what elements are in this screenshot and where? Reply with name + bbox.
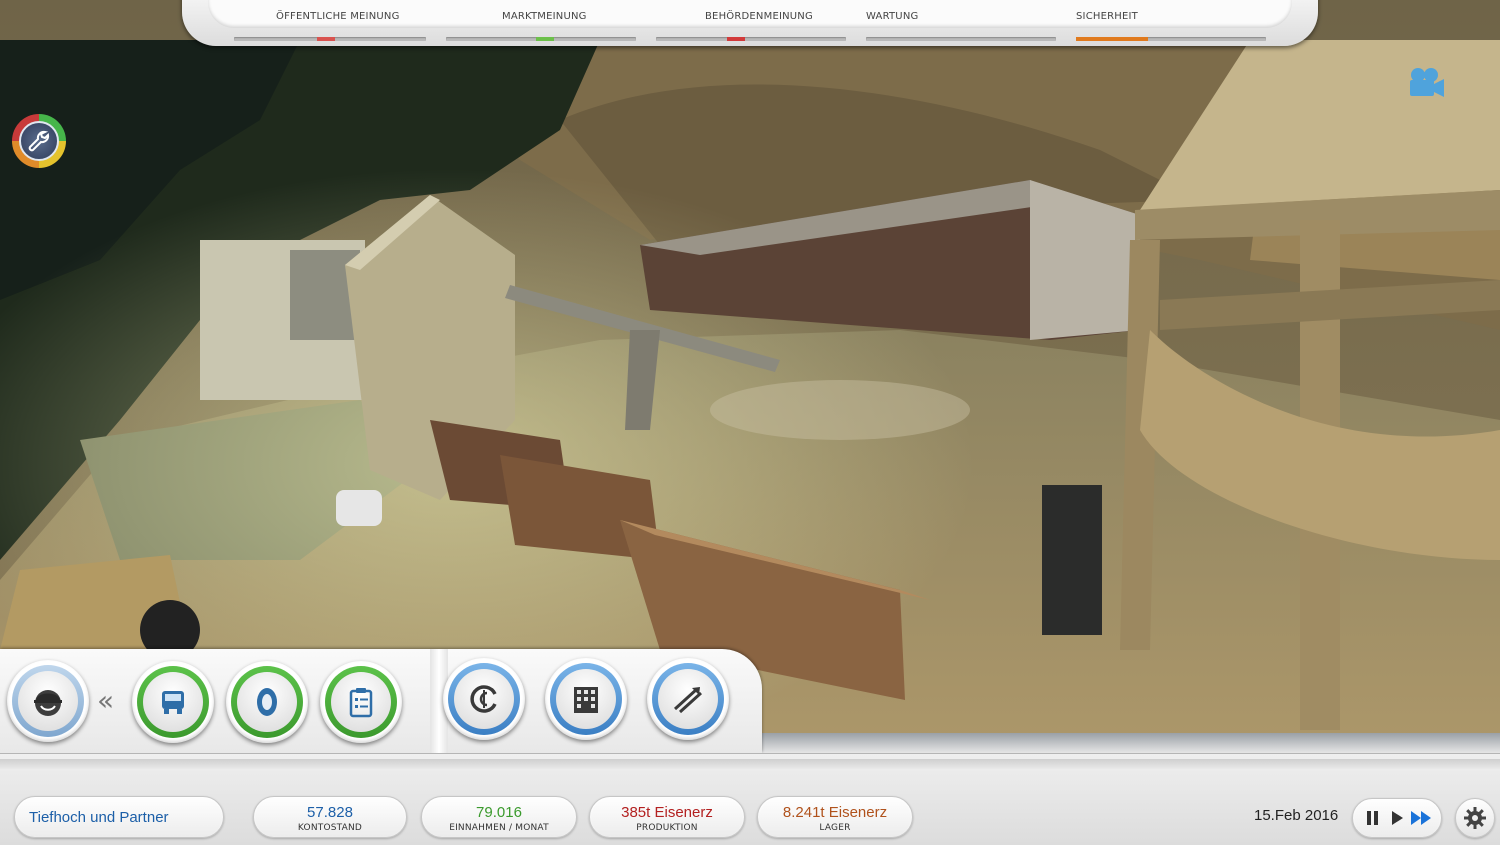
balance-pill[interactable]: 57.828 KONTOSTAND	[253, 796, 407, 838]
meter-label-authority-opinion: BEHÖRDENMEINUNG	[705, 11, 813, 22]
tires-button[interactable]	[226, 661, 308, 743]
storage-value: 8.241t Eisenerz	[782, 804, 888, 821]
buildings-button[interactable]	[545, 658, 627, 740]
income-pill[interactable]: 79.016 EINNAHMEN / MONAT	[421, 796, 577, 838]
meter-label-safety: SICHERHEIT	[1076, 11, 1138, 22]
clipboard-icon	[349, 688, 373, 718]
income-caption: EINNAHMEN / MONAT	[449, 823, 549, 833]
balance-caption: KONTOSTAND	[297, 823, 363, 833]
meter-fill-public-opinion	[317, 37, 336, 41]
vehicles-button[interactable]	[132, 661, 214, 743]
status-bar-stripe	[0, 759, 1500, 769]
meter-label-maintenance: WARTUNG	[866, 11, 919, 22]
meter-bar-safety	[1076, 37, 1266, 41]
conveyor-button[interactable]	[647, 658, 729, 740]
video-camera-icon[interactable]	[1404, 66, 1446, 100]
balance-value: 57.828	[307, 804, 353, 821]
income-value: 79.016	[476, 804, 522, 821]
production-value: 385t Eisenerz	[621, 804, 713, 821]
building-icon	[574, 687, 598, 713]
meter-bar-maintenance	[866, 37, 1056, 41]
truck-icon	[162, 691, 184, 714]
finance-button[interactable]	[443, 658, 525, 740]
gear-icon	[1464, 807, 1486, 829]
tasks-button[interactable]	[320, 661, 402, 743]
speed-controls	[1352, 798, 1442, 838]
action-panel-edge	[762, 733, 1500, 753]
meter-bar-market-opinion	[446, 37, 636, 41]
repair-tool-button[interactable]	[12, 114, 66, 168]
settings-button[interactable]	[1455, 798, 1495, 838]
game-date: 15.Feb 2016	[1254, 807, 1339, 824]
company-name: Tiefhoch und Partner	[29, 809, 169, 826]
meter-bar-authority-opinion	[656, 37, 846, 41]
play-icon[interactable]	[1387, 808, 1407, 828]
workers-button[interactable]	[7, 660, 89, 742]
production-caption: PRODUKTION	[636, 823, 698, 833]
worker-helmet-icon	[34, 690, 62, 716]
collapse-chevron[interactable]: «	[97, 684, 114, 717]
meter-bar-public-opinion	[234, 37, 426, 41]
storage-caption: LAGER	[819, 823, 851, 833]
meter-fill-authority-opinion	[726, 37, 745, 41]
meter-label-public-opinion: ÖFFENTLICHE MEINUNG	[276, 11, 400, 22]
fast-forward-icon[interactable]	[1409, 808, 1433, 828]
pause-icon[interactable]	[1363, 808, 1383, 828]
status-bar	[0, 753, 1500, 845]
meter-label-market-opinion: MARKTMEINUNG	[502, 11, 587, 22]
meter-fill-market-opinion	[535, 37, 554, 41]
meter-fill-safety	[1076, 37, 1149, 41]
storage-pill[interactable]: 8.241t Eisenerz LAGER	[757, 796, 913, 838]
conveyor-icon	[673, 687, 703, 714]
tire-icon	[257, 688, 277, 716]
company-name-pill[interactable]: Tiefhoch und Partner	[14, 796, 224, 838]
finance-cent-icon	[470, 685, 497, 713]
wrench-icon	[28, 130, 50, 152]
production-pill[interactable]: 385t Eisenerz PRODUKTION	[589, 796, 745, 838]
